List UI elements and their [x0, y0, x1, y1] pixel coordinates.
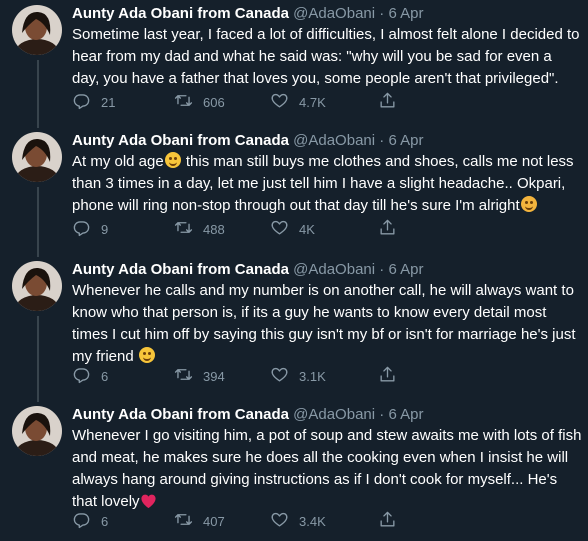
reply-count: 9	[101, 221, 109, 237]
separator: ·	[379, 132, 385, 149]
laughing-emoji-icon	[164, 152, 181, 168]
tweet-actions: 21 606 4.7K	[72, 92, 502, 112]
reply-icon	[72, 218, 91, 240]
reply-count: 6	[101, 368, 109, 384]
relieved-emoji-icon	[138, 347, 155, 363]
share-button[interactable]	[378, 511, 397, 531]
handle[interactable]: @AdaObani	[293, 132, 375, 149]
reply-icon	[72, 510, 91, 532]
retweet-button[interactable]: 606	[174, 92, 225, 112]
display-name[interactable]: Aunty Ada Obani from Canada	[72, 132, 289, 149]
like-button[interactable]: 4.7K	[270, 92, 326, 112]
handle[interactable]: @AdaObani	[293, 406, 375, 423]
like-count: 4K	[299, 221, 315, 237]
retweet-button[interactable]: 488	[174, 219, 225, 239]
tweet-header: Aunty Ada Obani from Canada @AdaObani · …	[72, 260, 423, 280]
tweet-header: Aunty Ada Obani from Canada @AdaObani · …	[72, 4, 423, 24]
tweet-actions: 9 488 4K	[72, 219, 502, 239]
separator: ·	[379, 406, 385, 423]
tweet-actions: 6 407 3.4K	[72, 511, 502, 531]
tweet[interactable]: Aunty Ada Obani from Canada @AdaObani · …	[0, 256, 588, 402]
timestamp[interactable]: 6 Apr	[388, 261, 423, 278]
retweet-count: 394	[203, 368, 225, 384]
tweet-header: Aunty Ada Obani from Canada @AdaObani · …	[72, 405, 423, 425]
share-button[interactable]	[378, 366, 397, 386]
tweet-text: Whenever I go visiting him, a pot of sou…	[72, 425, 582, 513]
timestamp[interactable]: 6 Apr	[388, 5, 423, 22]
retweet-icon	[174, 510, 193, 532]
share-icon	[378, 218, 397, 240]
like-count: 3.1K	[299, 368, 326, 384]
share-icon	[378, 365, 397, 387]
reply-button[interactable]: 6	[72, 366, 108, 386]
display-name[interactable]: Aunty Ada Obani from Canada	[72, 5, 289, 22]
separator: ·	[379, 261, 385, 278]
retweet-icon	[174, 91, 193, 113]
retweet-icon	[174, 218, 193, 240]
avatar[interactable]	[12, 132, 62, 182]
timestamp[interactable]: 6 Apr	[388, 132, 423, 149]
handle[interactable]: @AdaObani	[293, 5, 375, 22]
tweet-actions: 6 394 3.1K	[72, 366, 502, 386]
avatar[interactable]	[12, 261, 62, 311]
reply-button[interactable]: 9	[72, 219, 108, 239]
display-name[interactable]: Aunty Ada Obani from Canada	[72, 406, 289, 423]
retweet-button[interactable]: 394	[174, 366, 225, 386]
avatar[interactable]	[12, 5, 62, 55]
tweet-text: Sometime last year, I faced a lot of dif…	[72, 26, 580, 87]
like-count: 4.7K	[299, 94, 326, 110]
timestamp[interactable]: 6 Apr	[388, 406, 423, 423]
separator: ·	[379, 5, 385, 22]
share-button[interactable]	[378, 92, 397, 112]
retweet-icon	[174, 365, 193, 387]
reply-count: 21	[101, 94, 116, 110]
tweet[interactable]: Aunty Ada Obani from Canada @AdaObani · …	[0, 127, 588, 257]
tweet-text-part: At my old age	[72, 153, 164, 170]
like-icon	[270, 365, 289, 387]
like-button[interactable]: 4K	[270, 219, 315, 239]
reply-button[interactable]: 6	[72, 511, 108, 531]
retweet-count: 488	[203, 221, 225, 237]
like-count: 3.4K	[299, 513, 326, 529]
tweet[interactable]: Aunty Ada Obani from Canada @AdaObani · …	[0, 0, 588, 128]
like-icon	[270, 510, 289, 532]
share-icon	[378, 91, 397, 113]
share-icon	[378, 510, 397, 532]
tweet[interactable]: Aunty Ada Obani from Canada @AdaObani · …	[0, 401, 588, 541]
reply-icon	[72, 91, 91, 113]
like-button[interactable]: 3.4K	[270, 511, 326, 531]
like-button[interactable]: 3.1K	[270, 366, 326, 386]
tweet-header: Aunty Ada Obani from Canada @AdaObani · …	[72, 131, 423, 151]
reply-icon	[72, 365, 91, 387]
reply-button[interactable]: 21	[72, 92, 115, 112]
like-icon	[270, 91, 289, 113]
tweet-text: Whenever he calls and my number is on an…	[72, 280, 582, 368]
smiling-emoji-icon	[520, 196, 537, 212]
handle[interactable]: @AdaObani	[293, 261, 375, 278]
retweet-count: 606	[203, 94, 225, 110]
retweet-count: 407	[203, 513, 225, 529]
like-icon	[270, 218, 289, 240]
tweet-text: At my old age this man still buys me clo…	[72, 151, 582, 217]
display-name[interactable]: Aunty Ada Obani from Canada	[72, 261, 289, 278]
retweet-button[interactable]: 407	[174, 511, 225, 531]
reply-count: 6	[101, 513, 109, 529]
share-button[interactable]	[378, 219, 397, 239]
red-heart-icon	[140, 494, 156, 509]
avatar[interactable]	[12, 406, 62, 456]
